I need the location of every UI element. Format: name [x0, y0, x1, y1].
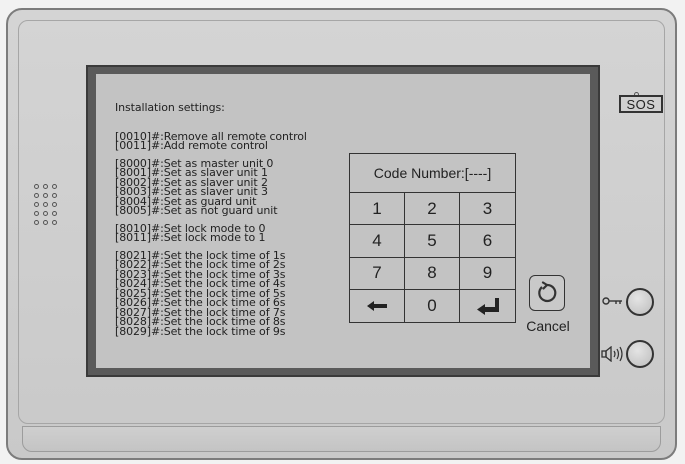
enter-icon: [476, 297, 500, 315]
key-9[interactable]: 9: [460, 258, 515, 290]
arrow-left-icon: [366, 300, 388, 312]
key-1[interactable]: 1: [350, 193, 405, 226]
screen: Installation settings: [0010]#:Remove al…: [96, 74, 590, 368]
key-7[interactable]: 7: [350, 257, 405, 290]
undo-icon: [538, 281, 557, 303]
settings-line: [8011]#:Set lock mode to 1: [115, 231, 266, 244]
key-4[interactable]: 4: [350, 225, 405, 258]
key-enter[interactable]: [460, 290, 515, 322]
keypad-grid: 123 456 7890: [350, 193, 515, 322]
speaker-icon: [601, 346, 623, 362]
settings-line: [8005]#:Set as not guard unit: [115, 204, 278, 217]
key-3[interactable]: 3: [460, 193, 515, 226]
key-8[interactable]: 8: [405, 257, 460, 290]
key-icon: [602, 297, 622, 305]
key-2[interactable]: 2: [405, 193, 460, 226]
settings-title: Installation settings:: [115, 101, 225, 114]
key-backspace[interactable]: [350, 289, 405, 322]
cancel-label: Cancel: [526, 318, 570, 334]
code-number-display: Code Number:[----]: [350, 154, 515, 193]
keypad: Code Number:[----] 123 456 7890: [349, 153, 516, 323]
speaker-grille: [34, 184, 61, 229]
key-5[interactable]: 5: [405, 225, 460, 258]
talk-button[interactable]: [626, 340, 654, 368]
sos-button[interactable]: SOS: [619, 95, 663, 113]
key-0[interactable]: 0: [405, 289, 460, 322]
unlock-button[interactable]: [626, 288, 654, 316]
key-6[interactable]: 6: [460, 225, 515, 258]
installation-settings-list: Installation settings: [0010]#:Remove al…: [115, 84, 307, 336]
settings-line: [8029]#:Set the lock time of 9s: [115, 324, 286, 338]
bottom-strip: [22, 426, 661, 452]
cancel-button[interactable]: [529, 275, 565, 311]
